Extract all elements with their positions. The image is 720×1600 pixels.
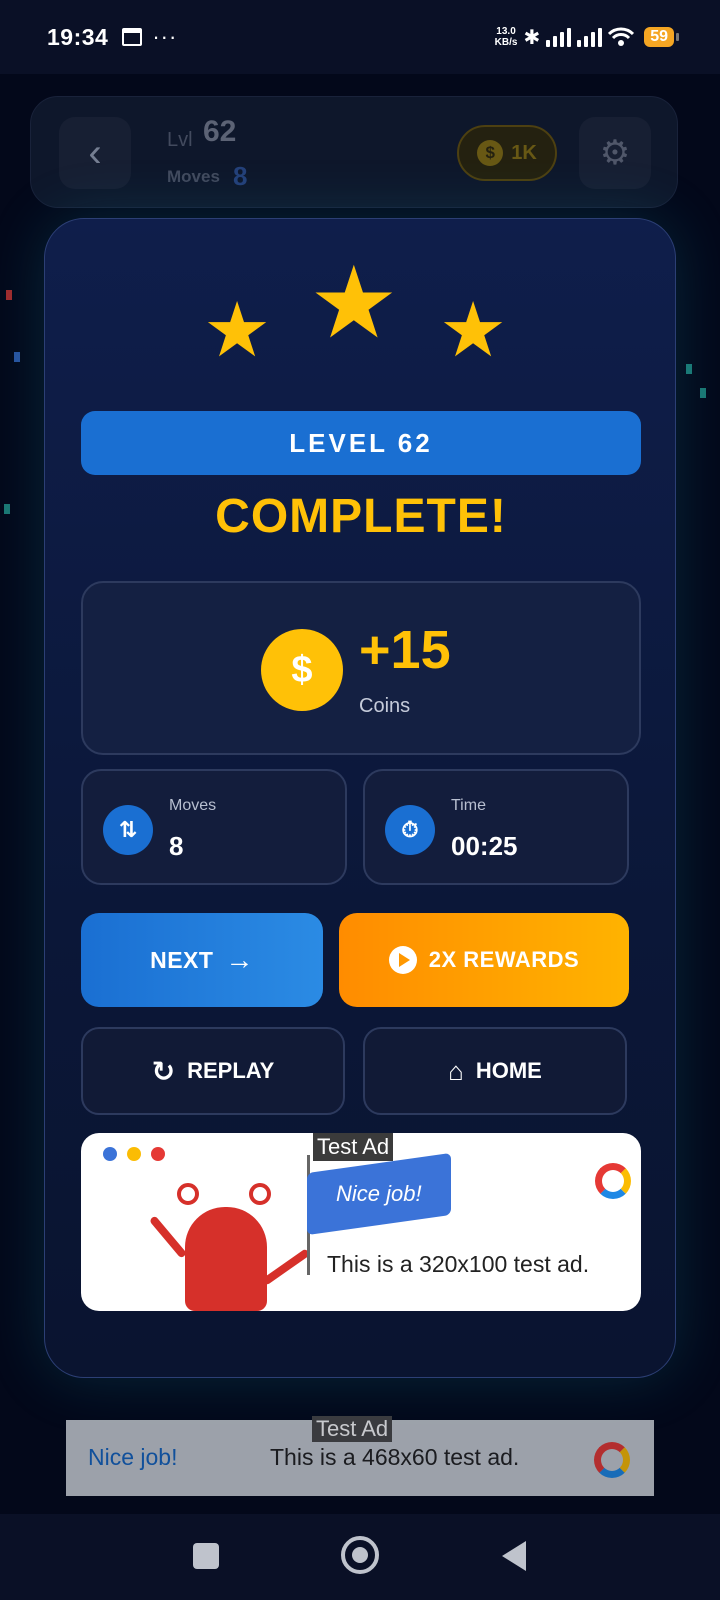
stopwatch-icon: ⏱ xyxy=(385,805,435,855)
replay-icon: ↻ xyxy=(151,1055,176,1087)
time-stat-card: ⏱ Time 00:25 xyxy=(363,769,629,885)
confetti-piece xyxy=(686,364,692,374)
back-nav-button[interactable] xyxy=(502,1541,526,1571)
home-icon: ⌂ xyxy=(448,1055,464,1086)
wifi-icon xyxy=(608,27,635,46)
next-button[interactable]: NEXT → xyxy=(81,913,323,1007)
monster-eye xyxy=(249,1183,271,1205)
gear-icon: ⚙ xyxy=(599,134,631,172)
flag-text: Nice job! xyxy=(336,1181,422,1206)
level-label: Lvl xyxy=(167,129,193,151)
bottom-ad-headline: Nice job! xyxy=(88,1444,178,1470)
arrow-right-icon: → xyxy=(225,944,254,975)
confetti-piece xyxy=(4,504,10,514)
bottom-ad-text: This is a 468x60 test ad. xyxy=(270,1444,520,1470)
reward-amount: +15 xyxy=(359,620,451,680)
coin-icon: $ xyxy=(261,629,343,711)
monster-mascot-image xyxy=(185,1207,267,1311)
status-right: 13.0 KB/s ✱ 59 xyxy=(495,25,679,50)
time-stat-value: 00:25 xyxy=(451,831,518,861)
ad-brand-icon xyxy=(594,1442,630,1478)
complete-title: COMPLETE! xyxy=(215,490,507,543)
signal-icon-2 xyxy=(577,27,603,47)
level-banner: LEVEL 62 xyxy=(81,411,641,475)
confetti-piece xyxy=(700,388,706,398)
status-time: 19:34 xyxy=(47,23,109,50)
back-button[interactable]: ‹ xyxy=(59,117,131,189)
moves-stat-label: Moves xyxy=(169,797,217,814)
home-nav-button[interactable] xyxy=(341,1536,379,1574)
game-top-bar: ‹ Lvl 62 Moves 8 $ 1K ⚙ xyxy=(30,96,678,208)
moves-number: 8 xyxy=(233,161,248,191)
star-icon-right: ★ xyxy=(439,288,508,373)
home-button[interactable]: ⌂ HOME xyxy=(363,1027,627,1115)
reward-label: Coins xyxy=(359,695,411,717)
confetti-piece xyxy=(6,290,12,300)
juggling-balls-image xyxy=(103,1147,165,1161)
chevron-left-icon: ‹ xyxy=(88,130,102,175)
test-ad-label: Test Ad xyxy=(313,1133,394,1161)
coin-balance-value: 1K xyxy=(511,141,537,164)
next-button-label: NEXT xyxy=(150,946,214,973)
bluetooth-icon: ✱ xyxy=(523,26,541,49)
replay-button[interactable]: ↻ REPLAY xyxy=(81,1027,345,1115)
home-button-label: HOME xyxy=(475,1058,542,1083)
network-speed-unit: KB/s xyxy=(494,37,518,48)
battery-indicator: 59 xyxy=(644,27,679,47)
time-stat-label: Time xyxy=(451,797,486,814)
signal-icon xyxy=(546,27,572,47)
level-complete-modal: ★ ★ ★ LEVEL 62 COMPLETE! $ +15 Coins ⇅ M… xyxy=(44,218,676,1378)
star-icon-left: ★ xyxy=(203,288,272,373)
monster-eye xyxy=(177,1183,199,1205)
monster-arm xyxy=(148,1215,188,1259)
settings-button[interactable]: ⚙ xyxy=(579,117,651,189)
play-icon xyxy=(388,946,417,974)
ad-text: This is a 320x100 test ad. xyxy=(327,1251,590,1277)
moves-label: Moves xyxy=(167,167,220,186)
confetti-piece xyxy=(14,352,20,362)
calendar-icon xyxy=(122,28,143,46)
moves-stat-value: 8 xyxy=(169,831,184,861)
system-nav-bar xyxy=(0,1514,720,1600)
bottom-test-ad-banner[interactable]: Test Ad Nice job! This is a 468x60 test … xyxy=(66,1416,654,1496)
nice-job-flag: Nice job! xyxy=(307,1152,451,1236)
recents-button[interactable] xyxy=(193,1543,219,1569)
coin-balance[interactable]: $ 1K xyxy=(457,125,557,181)
swap-vertical-icon: ⇅ xyxy=(103,805,153,855)
network-speed: 13.0 KB/s xyxy=(495,26,518,48)
ad-brand-icon xyxy=(595,1163,631,1199)
double-rewards-button[interactable]: 2X REWARDS xyxy=(339,913,629,1007)
network-speed-value: 13.0 xyxy=(496,26,516,37)
double-rewards-label: 2X REWARDS xyxy=(428,947,580,972)
status-bar: 19:34 ··· 13.0 KB/s ✱ 59 xyxy=(0,0,720,74)
more-notifications-icon: ··· xyxy=(152,24,178,49)
monster-arm xyxy=(261,1248,311,1286)
star-icon-center: ★ xyxy=(309,247,399,359)
replay-button-label: REPLAY xyxy=(187,1058,275,1083)
coin-icon: $ xyxy=(477,140,504,166)
bottom-test-ad-label: Test Ad xyxy=(312,1416,393,1442)
test-ad-banner[interactable]: Nice job! Test Ad This is a 320x100 test… xyxy=(81,1133,641,1311)
coin-reward-card: $ +15 Coins xyxy=(81,581,641,755)
moves-stat-card: ⇅ Moves 8 xyxy=(81,769,347,885)
level-number: 62 xyxy=(203,115,237,148)
